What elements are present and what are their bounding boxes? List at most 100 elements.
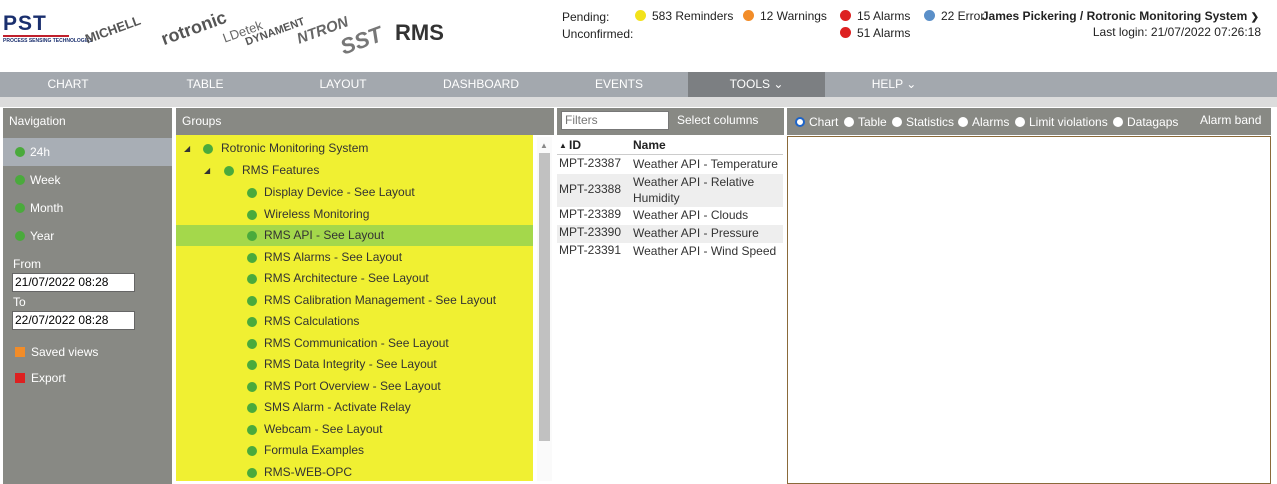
tree-item-label: RMS-WEB-OPC xyxy=(264,464,352,479)
warning-dot-icon xyxy=(743,10,754,21)
tree-node-root[interactable]: ◢ Rotronic Monitoring System xyxy=(176,138,533,159)
radio-datagaps[interactable]: Datagaps xyxy=(1113,115,1178,129)
nav-24h[interactable]: 24h xyxy=(3,138,172,166)
menu-chart[interactable]: CHART xyxy=(0,72,136,97)
errors-count[interactable]: 22 Error xyxy=(924,9,984,23)
tree-item[interactable]: Wireless Monitoring xyxy=(176,204,533,225)
tree-node-rms-features[interactable]: ◢ RMS Features xyxy=(176,160,533,181)
radio-icon xyxy=(958,117,968,127)
radio-table[interactable]: Table xyxy=(844,115,887,129)
status-dot-icon xyxy=(15,175,25,185)
tree-item[interactable]: RMS Architecture - See Layout xyxy=(176,268,533,289)
status-dot-icon xyxy=(247,209,257,220)
from-date-input[interactable]: 21/07/2022 08:28 xyxy=(12,273,135,292)
tree-item-label: Display Device - See Layout xyxy=(264,185,415,199)
col-name-header[interactable]: Name xyxy=(633,138,666,152)
menu-help[interactable]: HELP ⌄ xyxy=(825,72,963,97)
table-row[interactable]: MPT-23390 Weather API - Pressure xyxy=(557,225,783,243)
export-button[interactable]: Export xyxy=(3,364,172,392)
collapse-icon: ◢ xyxy=(204,166,211,175)
to-date-input[interactable]: 22/07/2022 08:28 xyxy=(12,311,135,330)
saved-views-button[interactable]: Saved views xyxy=(3,338,172,366)
tree-item[interactable]: RMS Data Integrity - See Layout xyxy=(176,354,533,375)
scrollbar-thumb[interactable] xyxy=(539,153,550,441)
status-dot-icon xyxy=(247,231,257,241)
pst-logo: PST PROCESS SENSING TECHNOLOGIES xyxy=(3,12,93,44)
tree-item-label: RMS Calculations xyxy=(264,314,360,328)
status-dot-icon xyxy=(247,467,257,478)
chevron-down-icon: ⌄ xyxy=(906,77,917,91)
radio-limit-violations[interactable]: Limit violations xyxy=(1015,115,1108,129)
tree-item-label: RMS API - See Layout xyxy=(264,228,385,242)
alarms-unconfirmed-count[interactable]: 51 Alarms xyxy=(840,26,910,40)
export-icon xyxy=(15,373,25,383)
tree-item[interactable]: RMS Calibration Management - See Layout xyxy=(176,290,533,311)
radio-statistics[interactable]: Statistics xyxy=(892,115,954,129)
tree-item[interactable]: RMS Communication - See Layout xyxy=(176,333,533,354)
radio-alarms[interactable]: Alarms xyxy=(958,115,1009,129)
sort-asc-icon[interactable]: ▲ xyxy=(559,141,567,150)
chart-area[interactable] xyxy=(787,136,1271,484)
filters-input[interactable]: Filters xyxy=(561,111,669,130)
menu-dashboard[interactable]: DASHBOARD xyxy=(412,72,550,97)
tree-item[interactable]: Formula Examples xyxy=(176,440,533,461)
alarm-dot-icon xyxy=(840,27,851,38)
status-dot-icon xyxy=(247,317,257,327)
tree-item-label: RMS Port Overview - See Layout xyxy=(264,378,441,393)
table-row[interactable]: MPT-23391 Weather API - Wind Speed xyxy=(557,243,783,261)
tree-item-label: Webcam - See Layout xyxy=(264,421,383,436)
warnings-count[interactable]: 12 Warnings xyxy=(743,9,827,23)
col-id-header[interactable]: ID xyxy=(569,138,581,152)
table-header: ▲ ID Name xyxy=(557,138,783,155)
status-dot-icon xyxy=(247,188,257,198)
reminders-count[interactable]: 583 Reminders xyxy=(635,9,733,23)
saved-views-icon xyxy=(15,347,25,357)
tree-item[interactable]: RMS-WEB-OPC xyxy=(176,462,533,483)
chevron-down-icon: ⌄ xyxy=(773,77,784,91)
tree-item-label: Formula Examples xyxy=(264,443,365,457)
alarms-pending-count[interactable]: 15 Alarms xyxy=(840,9,910,23)
tree-item[interactable]: RMS Alarms - See Layout xyxy=(176,247,533,268)
alarm-band-button[interactable]: Alarm band xyxy=(1200,113,1261,127)
scroll-up-icon[interactable]: ▲ xyxy=(540,141,548,150)
nav-year[interactable]: Year xyxy=(3,222,172,250)
nav-week[interactable]: Week xyxy=(3,166,172,194)
user-menu[interactable]: James Pickering / Rotronic Monitoring Sy… xyxy=(982,9,1259,23)
nav-month[interactable]: Month xyxy=(3,194,172,222)
tree-item[interactable]: SMS Alarm - Activate Relay xyxy=(176,397,533,418)
tree-item[interactable]: Display Device - See Layout xyxy=(176,182,533,203)
status-dot-icon xyxy=(15,203,25,213)
status-dot-icon xyxy=(247,295,257,306)
chevron-down-icon: ❯ xyxy=(1250,12,1259,23)
menu-tools[interactable]: TOOLS ⌄ xyxy=(688,72,825,97)
radio-chart[interactable]: Chart xyxy=(795,115,838,129)
groups-scrollbar[interactable]: ▲ xyxy=(537,137,552,481)
status-dot-icon xyxy=(247,403,257,413)
view-options-bar: Chart Table Statistics Alarms Limit viol… xyxy=(787,108,1271,135)
radio-selected-icon xyxy=(795,117,805,127)
menu-layout[interactable]: LAYOUT xyxy=(274,72,412,97)
to-label: To xyxy=(13,295,26,309)
radio-icon xyxy=(1015,117,1025,127)
select-columns-button[interactable]: Select columns xyxy=(677,113,758,127)
header: PST PROCESS SENSING TECHNOLOGIES MICHELL… xyxy=(0,0,1277,70)
tree-item-label: RMS Communication - See Layout xyxy=(264,335,449,350)
table-row[interactable]: MPT-23387 Weather API - Temperature xyxy=(557,156,783,174)
pending-label: Pending: xyxy=(562,10,610,24)
status-dot-icon xyxy=(15,231,25,241)
tree-item-label: SMS Alarm - Activate Relay xyxy=(264,400,411,414)
collapse-icon: ◢ xyxy=(184,144,191,153)
tree-item-label: RMS Alarms - See Layout xyxy=(264,249,403,264)
menu-table[interactable]: TABLE xyxy=(136,72,274,97)
tree-item[interactable]: RMS API - See Layout xyxy=(176,225,533,246)
tree-item-label: RMS Architecture - See Layout xyxy=(264,271,429,285)
tree-item[interactable]: Webcam - See Layout xyxy=(176,419,533,440)
table-row[interactable]: MPT-23388 Weather API - Relative Humidity xyxy=(557,174,783,207)
tree-item[interactable]: RMS Calculations xyxy=(176,311,533,332)
menu-events[interactable]: EVENTS xyxy=(550,72,688,97)
groups-title: Groups xyxy=(176,108,554,135)
table-row[interactable]: MPT-23389 Weather API - Clouds xyxy=(557,207,783,225)
tree-item[interactable]: RMS Port Overview - See Layout xyxy=(176,376,533,397)
alarm-dot-icon xyxy=(840,10,851,21)
tree-item-label: RMS Calibration Management - See Layout xyxy=(264,292,497,307)
